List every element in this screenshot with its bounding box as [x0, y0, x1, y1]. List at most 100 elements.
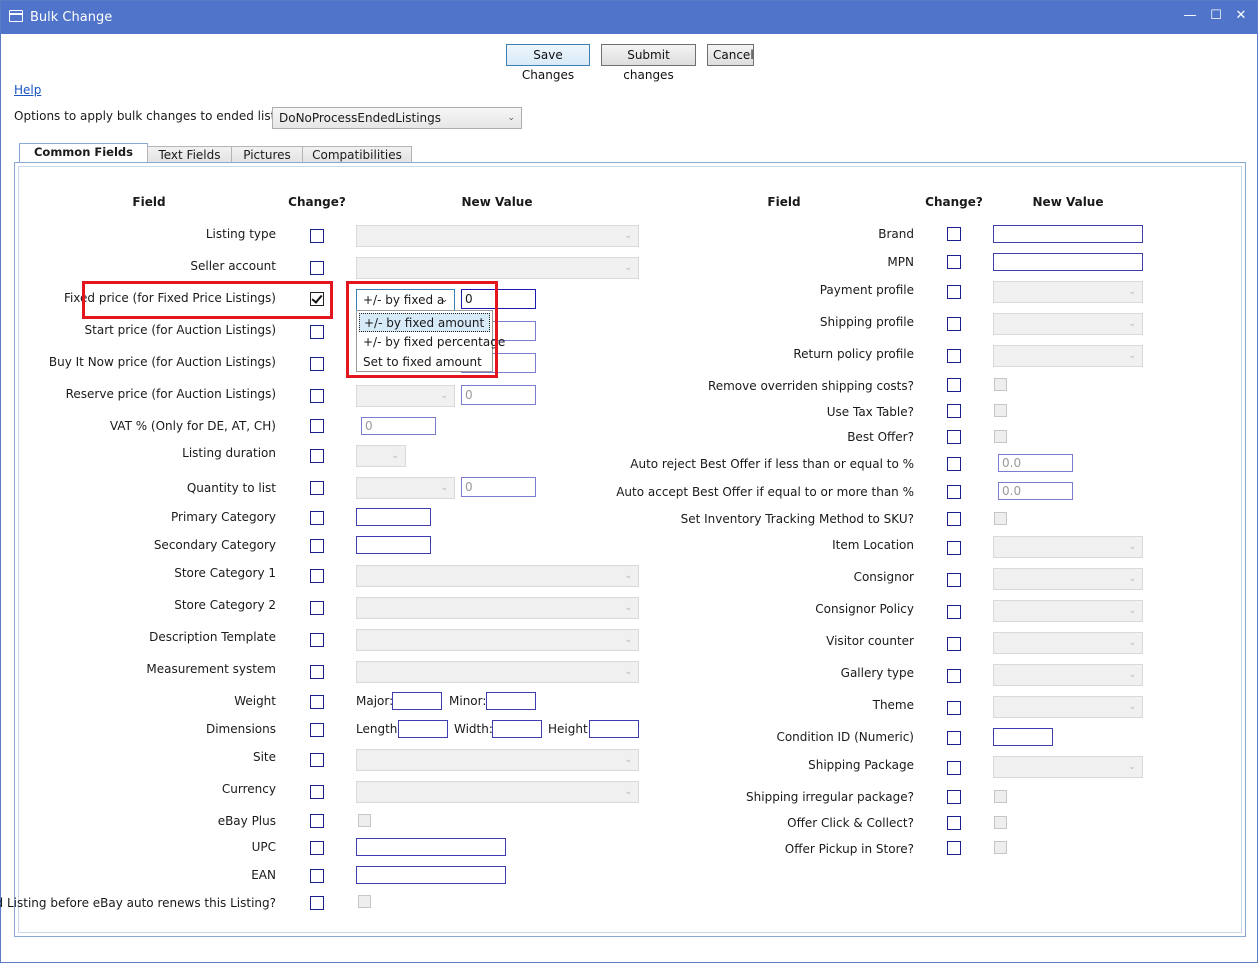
inventory-tracking-checkbox[interactable]: [947, 512, 961, 526]
mpn-checkbox[interactable]: [947, 255, 961, 269]
consignor-policy-select[interactable]: ⌄: [993, 600, 1143, 622]
ebay-plus-checkbox[interactable]: [310, 814, 324, 828]
reserve-price-mode-select[interactable]: ⌄: [356, 385, 455, 407]
item-location-select[interactable]: ⌄: [993, 536, 1143, 558]
ebay-plus-value-checkbox[interactable]: [358, 814, 371, 827]
pickup-in-store-checkbox[interactable]: [947, 841, 961, 855]
ean-input[interactable]: [356, 866, 506, 884]
secondary-category-input[interactable]: [356, 536, 431, 554]
secondary-category-checkbox[interactable]: [310, 539, 324, 553]
weight-minor-input[interactable]: [486, 692, 536, 710]
buy-it-now-price-checkbox[interactable]: [310, 357, 324, 371]
auto-accept-input[interactable]: 0.0: [998, 482, 1073, 500]
start-price-checkbox[interactable]: [310, 325, 324, 339]
item-location-checkbox[interactable]: [947, 541, 961, 555]
measurement-system-checkbox[interactable]: [310, 665, 324, 679]
remove-overriden-shipping-value-checkbox[interactable]: [994, 378, 1007, 391]
upc-checkbox[interactable]: [310, 841, 324, 855]
condition-id-checkbox[interactable]: [947, 731, 961, 745]
seller-account-checkbox[interactable]: [310, 261, 324, 275]
visitor-counter-select[interactable]: ⌄: [993, 632, 1143, 654]
inventory-tracking-value-checkbox[interactable]: [994, 512, 1007, 525]
store-category-2-checkbox[interactable]: [310, 601, 324, 615]
maximize-button[interactable]: ☐: [1204, 5, 1228, 27]
quantity-input[interactable]: 0: [461, 477, 536, 497]
submit-changes-button[interactable]: Submit changes: [601, 44, 696, 82]
vat-input[interactable]: 0: [361, 417, 436, 435]
upc-input[interactable]: [356, 838, 506, 856]
store-category-1-checkbox[interactable]: [310, 569, 324, 583]
remove-overriden-shipping-checkbox[interactable]: [947, 378, 961, 392]
shipping-irregular-value-checkbox[interactable]: [994, 790, 1007, 803]
description-template-checkbox[interactable]: [310, 633, 324, 647]
reserve-price-checkbox[interactable]: [310, 389, 324, 403]
best-offer-value-checkbox[interactable]: [994, 430, 1007, 443]
cancel-button[interactable]: Cancel: [707, 44, 754, 66]
end-listing-checkbox[interactable]: [310, 896, 324, 910]
tab-common-fields[interactable]: Common Fields: [19, 143, 148, 164]
listing-duration-select[interactable]: ⌄: [356, 445, 406, 467]
weight-major-input[interactable]: [392, 692, 442, 710]
help-link[interactable]: Help: [14, 83, 41, 97]
site-select[interactable]: ⌄: [356, 749, 639, 771]
theme-checkbox[interactable]: [947, 701, 961, 715]
brand-input[interactable]: [993, 225, 1143, 243]
site-checkbox[interactable]: [310, 753, 324, 767]
primary-category-input[interactable]: [356, 508, 431, 526]
reserve-price-amount-input[interactable]: 0: [461, 385, 536, 405]
shipping-package-checkbox[interactable]: [947, 761, 961, 775]
minimize-button[interactable]: —: [1178, 5, 1202, 27]
shipping-irregular-checkbox[interactable]: [947, 790, 961, 804]
weight-checkbox[interactable]: [310, 695, 324, 709]
listing-type-checkbox[interactable]: [310, 229, 324, 243]
dimension-width-input[interactable]: [492, 720, 542, 738]
description-template-select[interactable]: ⌄: [356, 629, 639, 651]
click-collect-checkbox[interactable]: [947, 816, 961, 830]
consignor-policy-checkbox[interactable]: [947, 605, 961, 619]
quantity-mode-select[interactable]: ⌄: [356, 477, 455, 499]
primary-category-checkbox[interactable]: [310, 511, 324, 525]
use-tax-table-value-checkbox[interactable]: [994, 404, 1007, 417]
theme-select[interactable]: ⌄: [993, 696, 1143, 718]
condition-id-input[interactable]: [993, 728, 1053, 746]
brand-checkbox[interactable]: [947, 227, 961, 241]
shipping-package-select[interactable]: ⌄: [993, 756, 1143, 778]
store-category-1-select[interactable]: ⌄: [356, 565, 639, 587]
shipping-profile-checkbox[interactable]: [947, 317, 961, 331]
auto-reject-input[interactable]: 0.0: [998, 454, 1073, 472]
consignor-select[interactable]: ⌄: [993, 568, 1143, 590]
click-collect-value-checkbox[interactable]: [994, 816, 1007, 829]
listing-duration-checkbox[interactable]: [310, 449, 324, 463]
return-policy-profile-select[interactable]: ⌄: [993, 345, 1143, 367]
gallery-type-checkbox[interactable]: [947, 669, 961, 683]
best-offer-checkbox[interactable]: [947, 430, 961, 444]
save-changes-button[interactable]: Save Changes: [506, 44, 590, 82]
ended-listings-select[interactable]: DoNoProcessEndedListings ⌄: [272, 107, 522, 129]
store-category-2-select[interactable]: ⌄: [356, 597, 639, 619]
return-policy-profile-checkbox[interactable]: [947, 349, 961, 363]
end-listing-value-checkbox[interactable]: [358, 895, 371, 908]
consignor-checkbox[interactable]: [947, 573, 961, 587]
ean-checkbox[interactable]: [310, 869, 324, 883]
shipping-profile-select[interactable]: ⌄: [993, 313, 1143, 335]
use-tax-table-checkbox[interactable]: [947, 404, 961, 418]
close-button[interactable]: ✕: [1229, 5, 1253, 27]
seller-account-select[interactable]: ⌄: [356, 257, 639, 279]
currency-select[interactable]: ⌄: [356, 781, 639, 803]
gallery-type-select[interactable]: ⌄: [993, 664, 1143, 686]
dimension-height-input[interactable]: [589, 720, 639, 738]
payment-profile-select[interactable]: ⌄: [993, 281, 1143, 303]
quantity-to-list-checkbox[interactable]: [310, 481, 324, 495]
mpn-input[interactable]: [993, 253, 1143, 271]
pickup-in-store-value-checkbox[interactable]: [994, 841, 1007, 854]
dimension-length-input[interactable]: [398, 720, 448, 738]
vat-checkbox[interactable]: [310, 419, 324, 433]
measurement-system-select[interactable]: ⌄: [356, 661, 639, 683]
currency-checkbox[interactable]: [310, 785, 324, 799]
visitor-counter-checkbox[interactable]: [947, 637, 961, 651]
dimensions-checkbox[interactable]: [310, 723, 324, 737]
listing-type-select[interactable]: ⌄: [356, 225, 639, 247]
auto-accept-checkbox[interactable]: [947, 485, 961, 499]
payment-profile-checkbox[interactable]: [947, 285, 961, 299]
auto-reject-checkbox[interactable]: [947, 457, 961, 471]
